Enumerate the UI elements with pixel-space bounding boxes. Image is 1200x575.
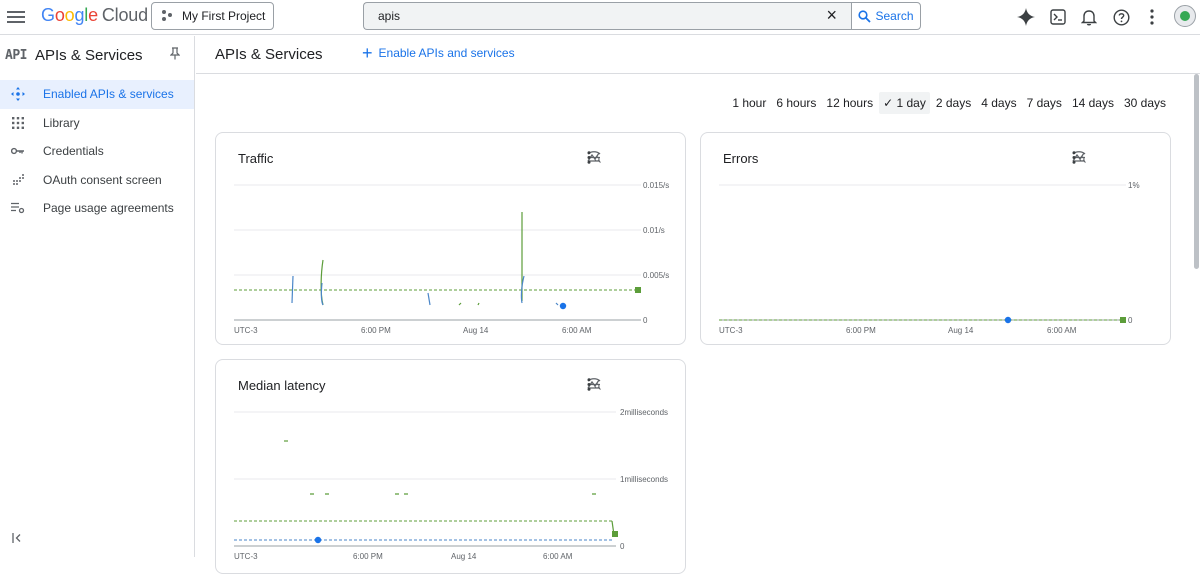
time-option-7-days[interactable]: 7 days bbox=[1023, 92, 1066, 114]
y-tick-label: 0.01/s bbox=[643, 226, 665, 235]
plus-icon: + bbox=[362, 43, 373, 63]
diamond-arrows-icon bbox=[11, 87, 25, 102]
gemini-sparkle-icon[interactable] bbox=[1015, 6, 1037, 28]
sidebar-title: APIs & Services bbox=[35, 46, 143, 64]
traffic-spike bbox=[555, 302, 559, 306]
traffic-card: 0.015/s 0.01/s 0.005/s 0 UTC-3 6:00 PM A… bbox=[215, 132, 686, 345]
x-tick-label: UTC-3 bbox=[719, 326, 743, 335]
key-icon bbox=[11, 144, 25, 158]
sidebar-item-oauth-consent[interactable]: OAuth consent screen bbox=[0, 166, 194, 195]
series-green-marker bbox=[1120, 317, 1126, 323]
notifications-bell-icon[interactable] bbox=[1078, 6, 1100, 28]
sidebar: API APIs & Services Enabled APIs & servi… bbox=[0, 36, 195, 557]
time-option-1-hour[interactable]: 1 hour bbox=[728, 92, 770, 114]
time-option-30-days[interactable]: 30 days bbox=[1120, 92, 1170, 114]
project-dots-icon bbox=[162, 10, 174, 22]
errors-card: 1% 0 UTC-3 6:00 PM Aug 14 6:00 AM Errors bbox=[700, 132, 1171, 345]
x-tick-label: Aug 14 bbox=[463, 326, 489, 335]
y-tick-label: 0.015/s bbox=[643, 181, 669, 190]
library-grid-icon bbox=[11, 116, 25, 130]
median-latency-card: 2milliseconds 1milliseconds 0 UTC-3 6:00… bbox=[215, 359, 686, 574]
sidebar-item-library[interactable]: Library bbox=[0, 109, 194, 138]
top-bar: Google Cloud My First Project apis × Sear… bbox=[0, 0, 1200, 35]
time-option-14-days[interactable]: 14 days bbox=[1068, 92, 1118, 114]
menu-icon[interactable] bbox=[7, 8, 25, 26]
main-header: APIs & Services + Enable APIs and servic… bbox=[196, 36, 1200, 74]
traffic-spike bbox=[458, 302, 480, 306]
series-green-marker bbox=[612, 531, 618, 537]
sidebar-header: API APIs & Services bbox=[0, 36, 194, 74]
more-vert-icon[interactable] bbox=[1141, 6, 1163, 28]
x-tick-label: 6:00 PM bbox=[846, 326, 876, 335]
enable-apis-button[interactable]: + Enable APIs and services bbox=[362, 43, 515, 63]
time-option-6-hours[interactable]: 6 hours bbox=[772, 92, 820, 114]
sidebar-item-credentials[interactable]: Credentials bbox=[0, 137, 194, 166]
y-tick-label: 0 bbox=[1128, 316, 1133, 325]
y-tick-label: 2milliseconds bbox=[620, 408, 668, 417]
x-tick-label: 6:00 AM bbox=[562, 326, 592, 335]
dotted-grid-icon bbox=[11, 173, 25, 187]
time-option-4-days[interactable]: 4 days bbox=[977, 92, 1020, 114]
cloud-shell-icon[interactable] bbox=[1047, 6, 1069, 28]
sidebar-item-page-usage[interactable]: Page usage agreements bbox=[0, 194, 194, 223]
search-icon bbox=[858, 9, 872, 23]
sidebar-item-enabled-apis[interactable]: Enabled APIs & services bbox=[0, 80, 194, 109]
time-option-2-days[interactable]: 2 days bbox=[932, 92, 975, 114]
series-blue-marker bbox=[314, 536, 322, 544]
x-tick-label: Aug 14 bbox=[948, 326, 974, 335]
x-tick-label: 6:00 AM bbox=[1047, 326, 1077, 335]
series-green-marker bbox=[635, 287, 641, 293]
errors-card-title: Errors bbox=[723, 151, 759, 166]
search-value: apis bbox=[378, 9, 401, 23]
page-scrollbar[interactable] bbox=[1194, 74, 1199, 269]
project-name: My First Project bbox=[182, 9, 266, 23]
traffic-spike bbox=[427, 292, 431, 306]
search-button[interactable]: Search bbox=[851, 2, 921, 30]
time-option-1-day[interactable]: ✓ 1 day bbox=[879, 92, 930, 114]
traffic-chart: 0.015/s 0.01/s 0.005/s 0 UTC-3 6:00 PM A… bbox=[234, 181, 669, 335]
page-title: APIs & Services bbox=[215, 46, 323, 63]
pin-icon[interactable] bbox=[169, 47, 181, 63]
x-tick-label: 6:00 PM bbox=[361, 326, 391, 335]
list-settings-icon bbox=[11, 201, 25, 215]
help-icon[interactable] bbox=[1110, 6, 1132, 28]
traffic-card-title: Traffic bbox=[238, 151, 274, 166]
clear-search-icon[interactable]: × bbox=[826, 5, 837, 26]
collapse-sidebar-icon[interactable] bbox=[12, 532, 22, 546]
y-tick-label: 0.005/s bbox=[643, 271, 669, 280]
traffic-spike bbox=[291, 275, 294, 304]
check-icon: ✓ bbox=[883, 96, 894, 110]
series-blue-marker bbox=[559, 302, 567, 310]
series-blue-marker bbox=[1004, 316, 1012, 324]
y-tick-label: 1milliseconds bbox=[620, 475, 668, 484]
y-tick-label: 0 bbox=[643, 316, 648, 325]
account-avatar[interactable] bbox=[1174, 5, 1196, 27]
google-cloud-logo[interactable]: Google Cloud bbox=[41, 5, 148, 26]
api-badge-icon: API bbox=[5, 47, 27, 63]
y-tick-label: 0 bbox=[620, 542, 625, 551]
x-tick-label: UTC-3 bbox=[234, 326, 258, 335]
y-tick-label: 1% bbox=[1128, 181, 1140, 190]
time-option-12-hours[interactable]: 12 hours bbox=[822, 92, 877, 114]
errors-chart: 1% 0 UTC-3 6:00 PM Aug 14 6:00 AM bbox=[719, 181, 1140, 335]
time-range-selector: 1 hour 6 hours 12 hours ✓ 1 day 2 days 4… bbox=[726, 92, 1170, 114]
project-picker-button[interactable]: My First Project bbox=[151, 2, 274, 30]
median-latency-card-title: Median latency bbox=[238, 378, 326, 393]
search-input[interactable]: apis × bbox=[363, 2, 851, 30]
